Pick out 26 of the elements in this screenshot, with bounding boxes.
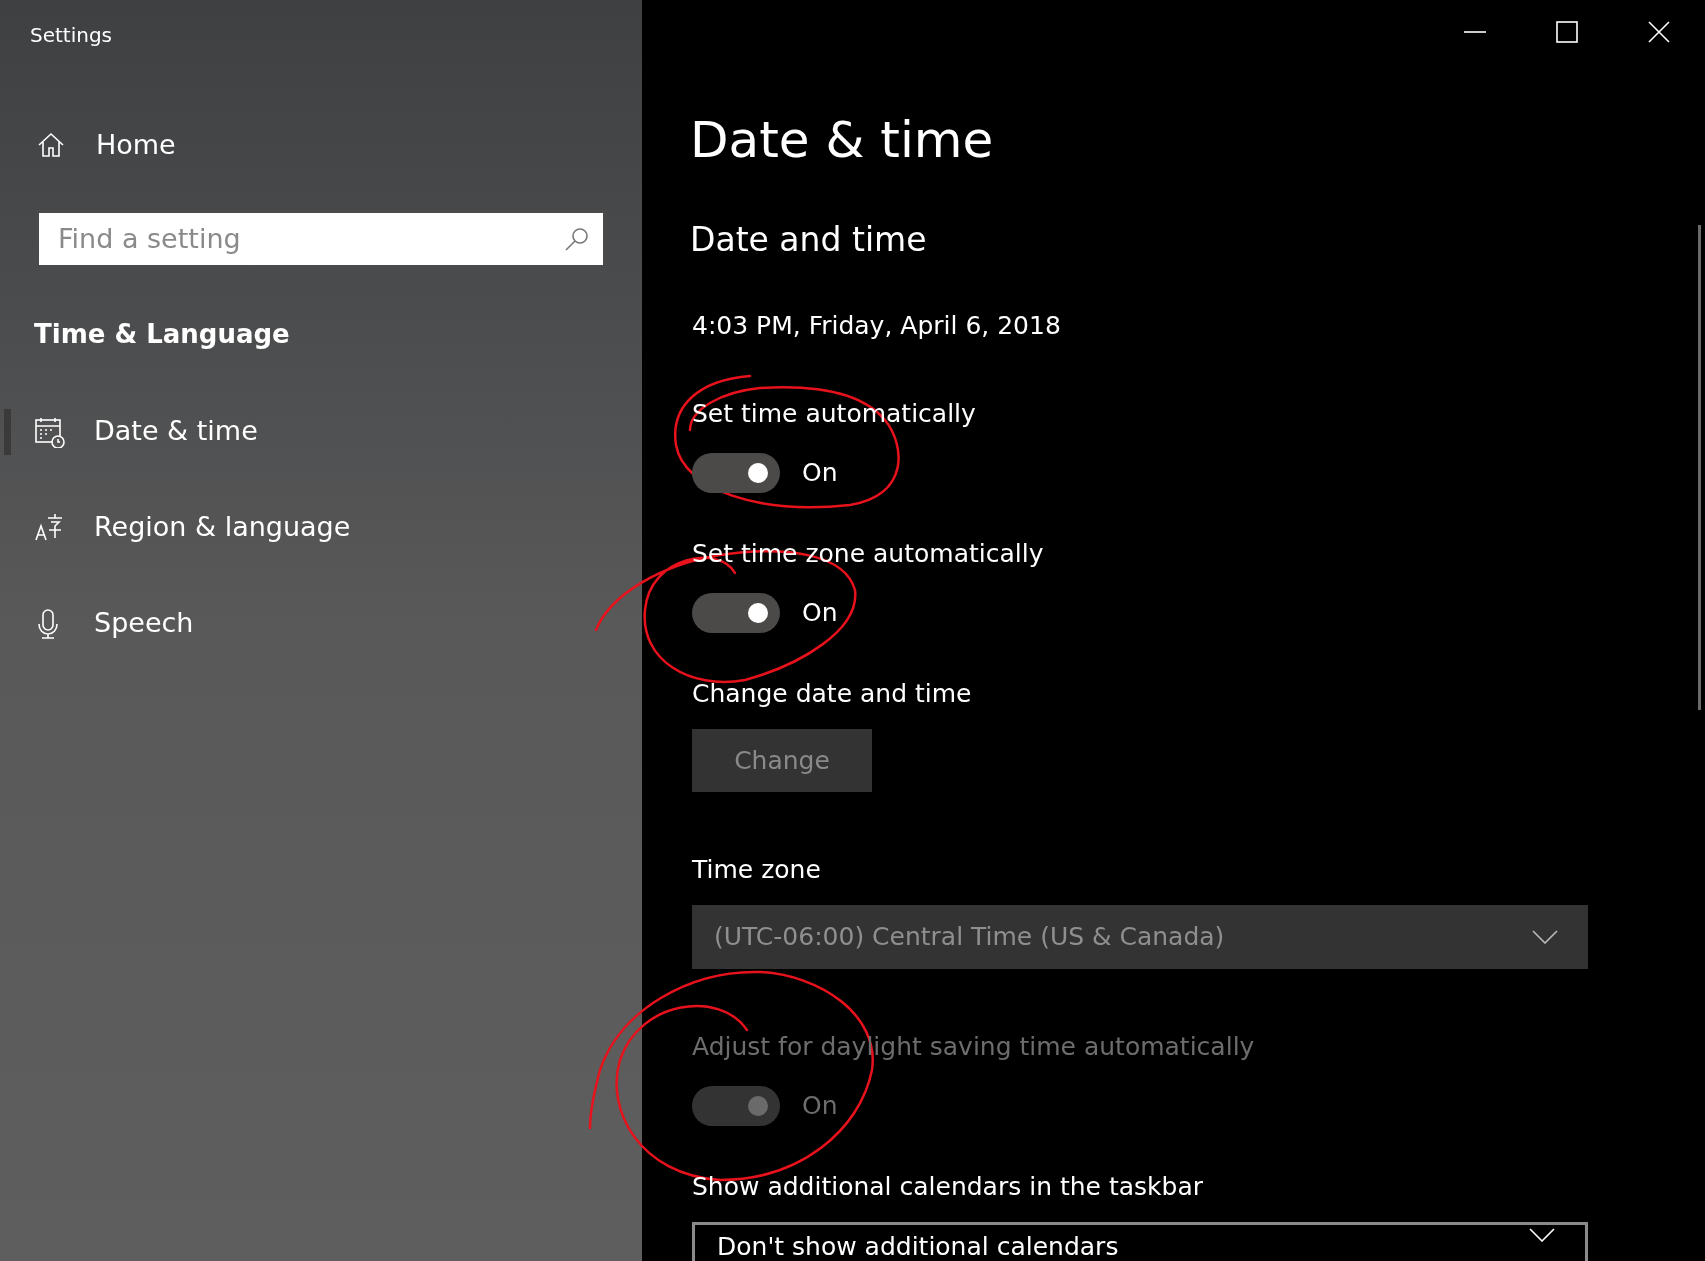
maximize-icon: [1556, 21, 1578, 43]
section-title: Date and time: [690, 220, 927, 260]
dropdown[interactable]: Don't show additional calendars: [692, 1222, 1588, 1261]
search-field[interactable]: Find a setting: [36, 209, 606, 268]
page-title: Date & time: [690, 110, 994, 171]
close-icon: [1648, 21, 1670, 43]
toggle-switch[interactable]: [692, 453, 780, 493]
current-date-time: 4:03 PM, Friday, April 6, 2018: [691, 310, 1061, 342]
toggle-state: On: [802, 457, 838, 490]
chevron-down-icon: [1532, 930, 1558, 944]
chevron-down-icon: [1529, 1228, 1555, 1242]
nav-item[interactable]: Date & time: [0, 408, 642, 455]
setting-label: Show additional calendars in the taskbar: [692, 1171, 1203, 1203]
setting-label: Time zone: [692, 854, 821, 886]
minimize-icon: [1464, 31, 1486, 33]
toggle-state: On: [802, 1090, 838, 1123]
search-icon: [564, 225, 590, 252]
section-heading: Time & Language: [33, 317, 291, 351]
home-link[interactable]: Home: [0, 125, 642, 166]
window-title: Settings: [29, 22, 114, 49]
nav-item[interactable]: Region & language: [0, 504, 642, 551]
setting-label: Change date and time: [692, 678, 972, 710]
toggle-switch[interactable]: [692, 593, 780, 633]
toggle-state: On: [802, 597, 838, 630]
nav-item[interactable]: Speech: [0, 600, 642, 647]
calendar-clock-icon: [34, 415, 66, 448]
